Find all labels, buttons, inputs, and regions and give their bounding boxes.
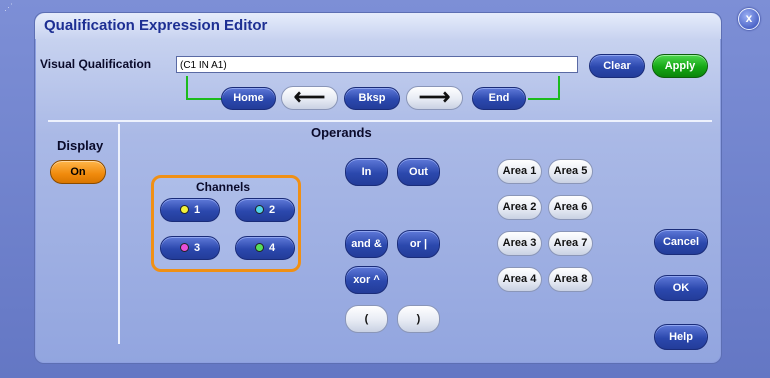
area-5-button[interactable]: Area 5	[548, 159, 593, 184]
channel-3-button[interactable]: 3	[160, 236, 220, 260]
expression-field[interactable]: (C1 IN A1)	[176, 56, 578, 73]
connector-right	[528, 76, 560, 100]
display-toggle[interactable]: On	[50, 160, 106, 184]
area-4-button[interactable]: Area 4	[497, 267, 542, 292]
out-button[interactable]: Out	[397, 158, 440, 186]
resize-grip-icon: ⋰	[4, 2, 13, 12]
visual-qualification-label: Visual Qualification	[40, 57, 152, 71]
channel-1-button[interactable]: 1	[160, 198, 220, 222]
cursor-left-button[interactable]: ⟵	[281, 86, 338, 110]
channels-label: Channels	[196, 180, 251, 194]
cursor-right-button[interactable]: ⟶	[406, 86, 463, 110]
channel-1-color-icon	[179, 204, 189, 214]
area-1-button[interactable]: Area 1	[497, 159, 542, 184]
and-button[interactable]: and &	[345, 230, 388, 258]
ok-button[interactable]: OK	[654, 275, 708, 301]
home-button[interactable]: Home	[221, 87, 276, 110]
arrow-left-icon: ⟵	[293, 84, 326, 109]
arrow-right-icon: ⟶	[418, 84, 451, 109]
close-button[interactable]: x	[738, 8, 760, 30]
area-7-button[interactable]: Area 7	[548, 231, 593, 256]
operands-label: Operands	[311, 125, 372, 140]
dialog-title: Qualification Expression Editor	[44, 17, 268, 34]
connector-left	[186, 76, 222, 100]
cancel-button[interactable]: Cancel	[654, 229, 708, 255]
xor-button[interactable]: xor ^	[345, 266, 388, 294]
channel-3-label: 3	[193, 242, 201, 254]
channel-3-color-icon	[179, 242, 189, 252]
title-bar: Qualification Expression Editor	[35, 13, 721, 39]
channel-4-label: 4	[268, 242, 276, 254]
area-3-button[interactable]: Area 3	[497, 231, 542, 256]
clear-button[interactable]: Clear	[589, 54, 645, 78]
channel-4-color-icon	[254, 242, 264, 252]
display-label: Display	[57, 138, 104, 153]
section-divider-horizontal	[48, 120, 712, 122]
open-paren-button[interactable]: (	[345, 305, 388, 333]
channel-1-label: 1	[193, 204, 201, 216]
close-paren-button[interactable]: )	[397, 305, 440, 333]
end-button[interactable]: End	[472, 87, 526, 110]
help-button[interactable]: Help	[654, 324, 708, 350]
channel-2-button[interactable]: 2	[235, 198, 295, 222]
app-background: ⋰ Qualification Expression Editor x Visu…	[0, 0, 770, 378]
backspace-button[interactable]: Bksp	[344, 87, 400, 110]
area-2-button[interactable]: Area 2	[497, 195, 542, 220]
area-6-button[interactable]: Area 6	[548, 195, 593, 220]
section-divider-vertical	[118, 124, 120, 344]
channel-4-button[interactable]: 4	[235, 236, 295, 260]
in-button[interactable]: In	[345, 158, 388, 186]
channel-2-label: 2	[268, 204, 276, 216]
apply-button[interactable]: Apply	[652, 54, 708, 78]
area-8-button[interactable]: Area 8	[548, 267, 593, 292]
or-button[interactable]: or |	[397, 230, 440, 258]
channel-2-color-icon	[254, 204, 264, 214]
